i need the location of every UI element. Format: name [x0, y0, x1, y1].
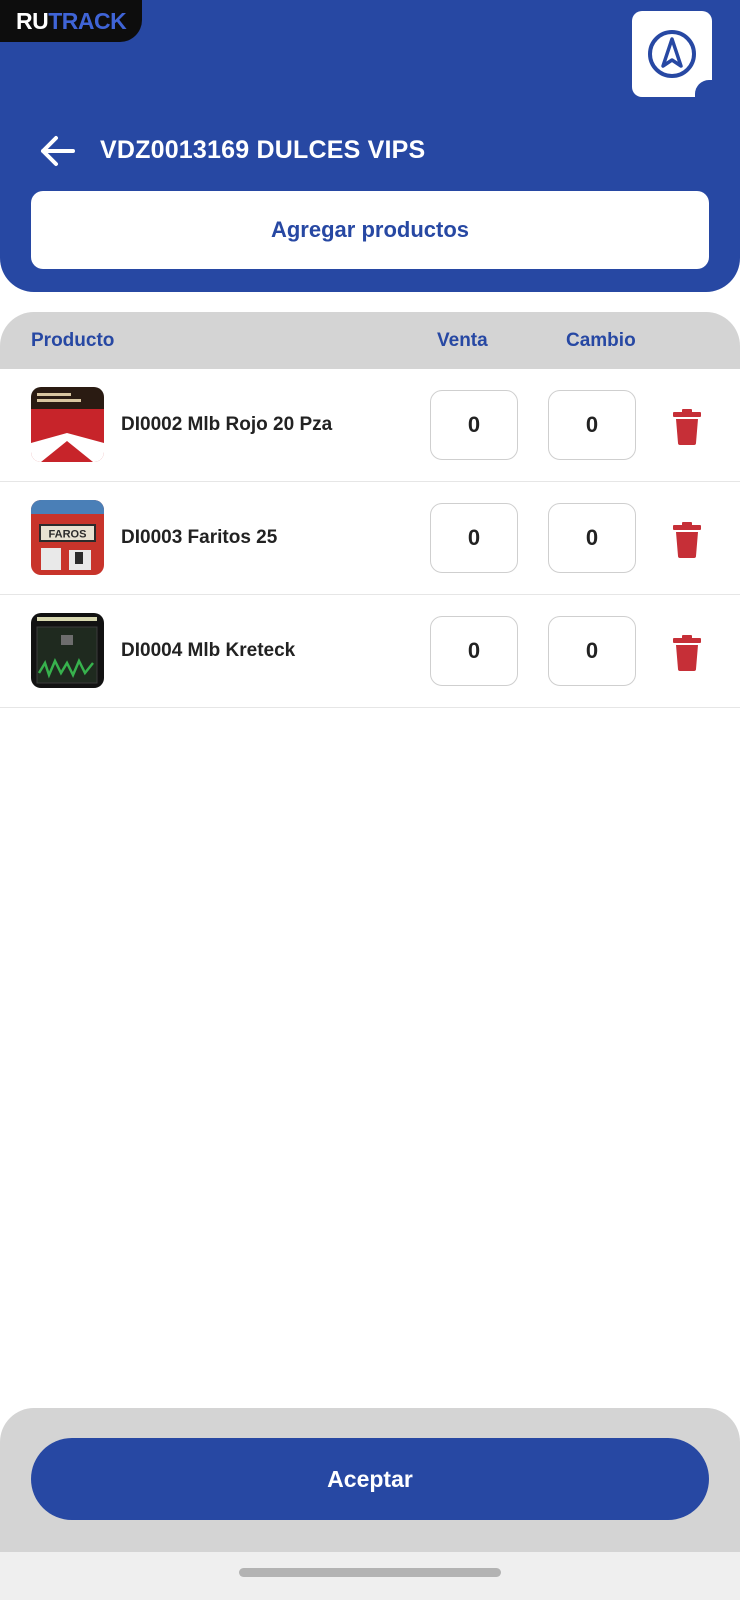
- cambio-quantity-input[interactable]: [548, 503, 636, 573]
- brand-logo-part2: TRACK: [48, 7, 127, 34]
- venta-quantity-input[interactable]: [430, 503, 518, 573]
- footer-bar: Aceptar: [0, 1408, 740, 1552]
- product-name: DI0004 Mlb Kreteck: [121, 640, 296, 661]
- product-name: DI0003 Faritos 25: [121, 527, 278, 548]
- navigation-compass-icon: [648, 30, 696, 78]
- venta-quantity-input[interactable]: [430, 390, 518, 460]
- product-row: FAROS DI0003 Faritos 25: [0, 482, 740, 595]
- delete-button[interactable]: [668, 407, 706, 447]
- table-header: Producto Venta Cambio: [0, 312, 740, 369]
- delete-button[interactable]: [668, 633, 706, 673]
- back-button[interactable]: [36, 131, 80, 171]
- product-row: DI0002 Mlb Rojo 20 Pza: [0, 369, 740, 482]
- svg-text:FAROS: FAROS: [49, 529, 87, 541]
- trash-icon: [673, 409, 701, 445]
- arrow-left-icon: [41, 136, 75, 166]
- accept-button[interactable]: Aceptar: [31, 1438, 709, 1520]
- page-title: VDZ0013169 DULCES VIPS: [100, 136, 426, 164]
- column-header-product: Producto: [31, 330, 115, 351]
- trash-icon: [673, 635, 701, 671]
- venta-quantity-input[interactable]: [430, 616, 518, 686]
- column-header-cambio: Cambio: [566, 330, 636, 351]
- cambio-quantity-input[interactable]: [548, 390, 636, 460]
- product-thumbnail: [31, 387, 104, 462]
- system-navigation-area: [0, 1552, 740, 1600]
- product-thumbnail: FAROS: [31, 500, 104, 575]
- product-row: DI0004 Mlb Kreteck: [0, 595, 740, 708]
- app-header: RU TRACK VDZ0013169 DULCES VIPS Agregar p…: [0, 0, 740, 292]
- home-indicator[interactable]: [239, 1568, 501, 1577]
- brand-logo: RU TRACK: [0, 0, 142, 42]
- product-thumbnail: [31, 613, 104, 688]
- add-products-button[interactable]: Agregar productos: [31, 191, 709, 269]
- trash-icon: [673, 522, 701, 558]
- navigation-badge[interactable]: [632, 11, 713, 98]
- product-name: DI0002 Mlb Rojo 20 Pza: [121, 414, 333, 435]
- delete-button[interactable]: [668, 520, 706, 560]
- column-header-venta: Venta: [437, 330, 488, 351]
- cambio-quantity-input[interactable]: [548, 616, 636, 686]
- brand-logo-part1: RU: [16, 7, 49, 34]
- product-list: DI0002 Mlb Rojo 20 Pza FAROS D: [0, 369, 740, 708]
